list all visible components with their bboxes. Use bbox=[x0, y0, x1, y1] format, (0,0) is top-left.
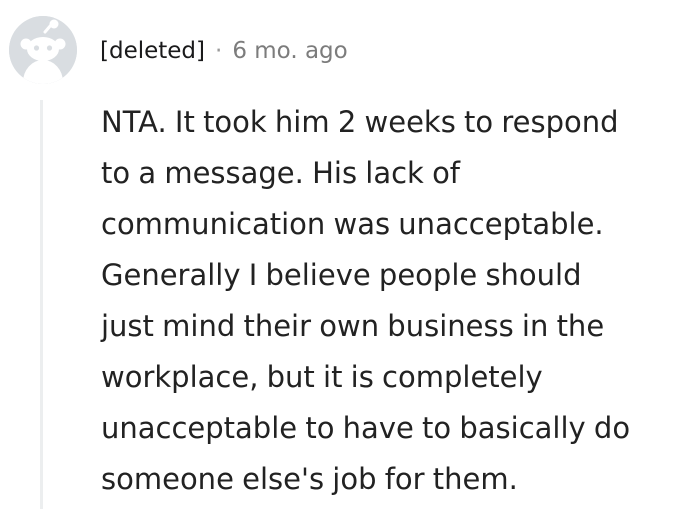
author-name[interactable]: [deleted] bbox=[100, 38, 205, 64]
meta-separator: · bbox=[215, 38, 223, 64]
comment-timestamp[interactable]: 6 mo. ago bbox=[232, 38, 347, 64]
comment-body-line: NTA. It took him 2 weeks to respond bbox=[101, 105, 619, 139]
comment-body-line: just mind their own business in the bbox=[101, 309, 605, 343]
thread-collapse-line[interactable] bbox=[40, 100, 43, 509]
comment-body-line: communication was unacceptable. bbox=[101, 207, 604, 241]
comment-body-line: someone else's job for them. bbox=[101, 462, 518, 496]
comment-body: NTA. It took him 2 weeks to respond to a… bbox=[101, 97, 693, 505]
comment-body-line: workplace, but it is completely bbox=[101, 360, 543, 394]
snoo-icon bbox=[9, 16, 77, 84]
comment-body-line: to a message. His lack of bbox=[101, 156, 461, 190]
comment-body-line: Generally I believe people should bbox=[101, 258, 582, 292]
comment: [deleted] · 6 mo. ago NTA. It took him 2… bbox=[0, 0, 700, 509]
comment-meta: [deleted] · 6 mo. ago bbox=[100, 34, 348, 68]
comment-body-line: unacceptable to have to basically do bbox=[101, 411, 631, 445]
deleted-user-avatar-icon[interactable] bbox=[9, 16, 77, 84]
